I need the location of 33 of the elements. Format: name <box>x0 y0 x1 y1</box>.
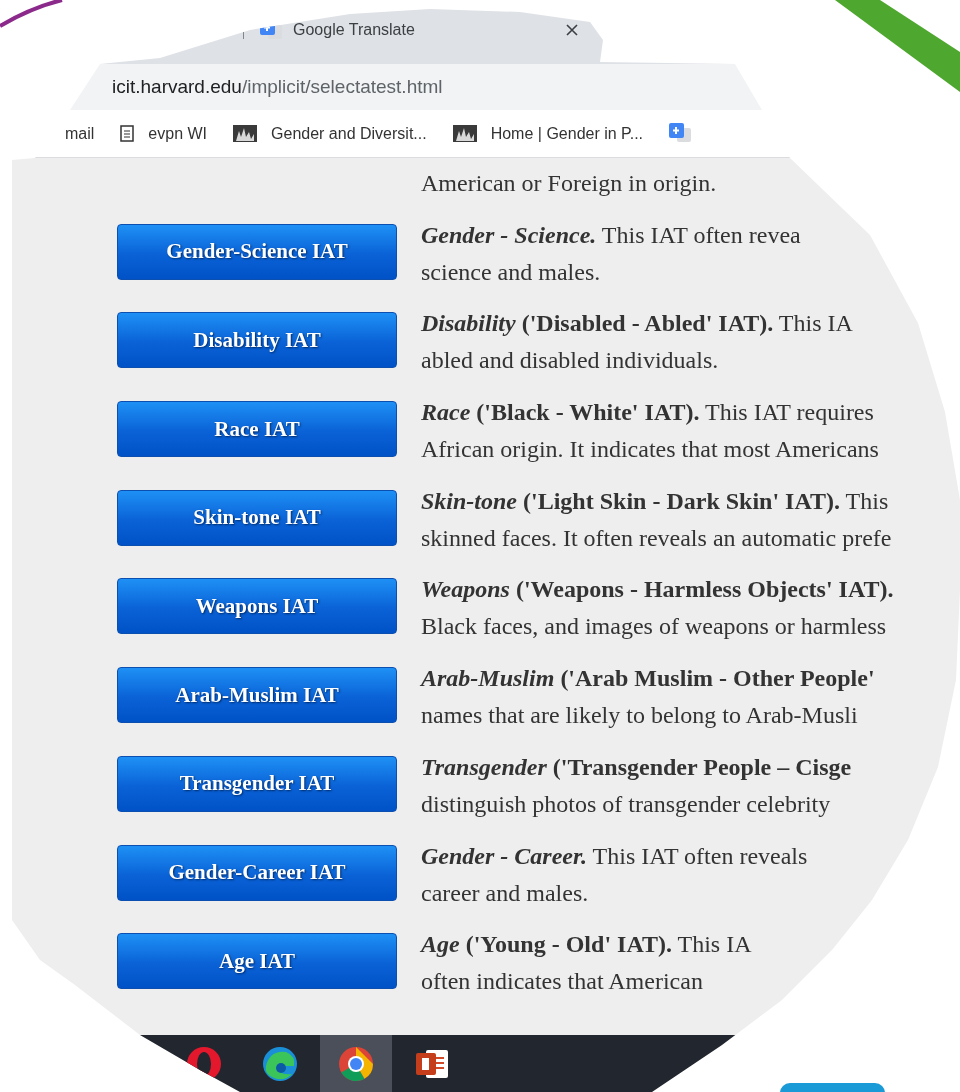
ring-icon <box>338 1045 374 1082</box>
test-button[interactable]: Age IAT <box>117 933 397 990</box>
url-text[interactable]: icit.harvard.edu/implicit/selectatest.html <box>112 76 443 98</box>
tab-title[interactable]: Google Translate <box>293 21 415 39</box>
test-button[interactable]: Gender-Career IAT <box>117 844 397 901</box>
translate-icon <box>669 123 692 144</box>
test-description: Gender - Science. This IAT often revea science and males. <box>421 220 802 287</box>
swirl-icon <box>262 1045 298 1082</box>
bookmark-link[interactable]: evpn WI <box>148 124 208 143</box>
test-description: Age ('Young - Old' IAT). This IA often indicates that American <box>421 930 753 997</box>
bookmark-link[interactable]: Gender and Diversit... <box>271 124 427 143</box>
test-description: Transgender ('Transgender People – Cisge distinguish photos of transgender celebrity <box>421 752 853 819</box>
test-description: Weapons ('Weapons - Harmless Objects' IAT). Black faces, and images of weapons or harmless <box>421 575 895 642</box>
test-description: Gender - Career. This IAT often reveals career and males. <box>421 841 809 908</box>
test-description: Race ('Black - White' IAT). This IAT requires African origin. It indicates that most Americans <box>421 398 880 465</box>
test-description: Arab-Muslim ('Arab Muslim - Other People' names that are likely to belong to Arab-Musli <box>421 664 876 731</box>
test-button[interactable]: Weapons IAT <box>117 578 397 635</box>
test-button[interactable]: Arab-Muslim IAT <box>117 667 397 724</box>
test-description: Skin-tone ('Light Skin - Dark Skin' IAT). This skinned faces. It often reveals an automatic prefe <box>421 486 893 553</box>
close-icon[interactable] <box>565 24 578 36</box>
description-text: American or Foreign in origin. <box>421 169 718 198</box>
test-button[interactable]: Transgender IAT <box>117 755 397 812</box>
test-button[interactable]: Disability IAT <box>117 312 397 369</box>
bookmark-link[interactable]: Home | Gender in P... <box>490 124 644 143</box>
test-button[interactable]: Gender-Science IAT <box>117 223 397 280</box>
decorative-arc <box>0 0 63 28</box>
test-button[interactable]: Skin-tone IAT <box>117 489 397 546</box>
document-icon <box>120 125 135 142</box>
bookmark-link[interactable]: mail <box>65 124 95 143</box>
test-button[interactable]: Race IAT <box>117 401 397 458</box>
test-description: Disability ('Disabled - Abled' IAT). This IA abled and disabled individuals. <box>421 309 854 376</box>
thumbnail-icon <box>452 125 477 142</box>
thumbnail-icon <box>233 125 258 142</box>
